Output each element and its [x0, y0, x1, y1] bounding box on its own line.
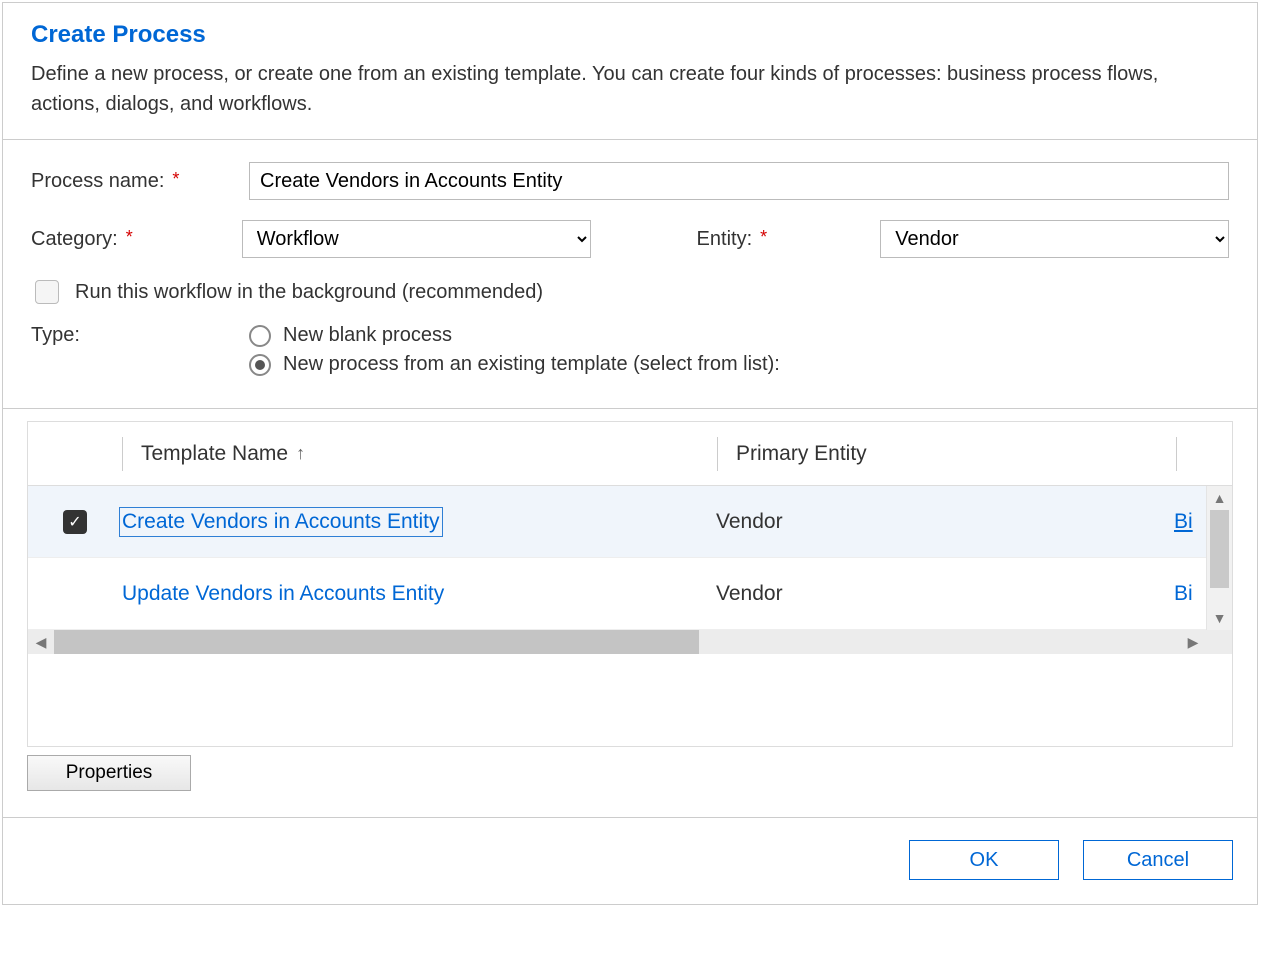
row-process-name: Process name: *: [31, 162, 1229, 200]
properties-row: Properties: [3, 747, 1257, 817]
entity-label: Entity: *: [697, 228, 881, 251]
table-row[interactable]: ✓ Create Vendors in Accounts Entity Vend…: [28, 486, 1232, 558]
template-name-header-text: Template Name: [141, 442, 288, 466]
row-checkbox-cell[interactable]: ✓: [28, 510, 122, 534]
process-name-label-text: Process name:: [31, 170, 164, 193]
scroll-right-icon[interactable]: ▶: [1180, 634, 1206, 651]
row-background: Run this workflow in the background (rec…: [31, 280, 1229, 304]
type-option-blank-label: New blank process: [283, 324, 452, 347]
ok-button[interactable]: OK: [909, 840, 1059, 880]
background-checkbox[interactable]: [35, 280, 59, 304]
action-bar: OK Cancel: [3, 817, 1257, 904]
scroll-up-icon[interactable]: ▲: [1207, 486, 1232, 510]
dialog-description: Define a new process, or create one from…: [31, 59, 1229, 119]
grid-header: Template Name ↑ Primary Entity: [28, 422, 1232, 486]
type-option-template[interactable]: New process from an existing template (s…: [249, 353, 780, 376]
form-divider: [3, 408, 1257, 409]
template-name-link[interactable]: Update Vendors in Accounts Entity: [122, 582, 444, 606]
form-area: Process name: * Category: * Workflow Ent…: [3, 140, 1257, 408]
dialog-title: Create Process: [31, 21, 1229, 49]
radio-template[interactable]: [249, 354, 271, 376]
required-icon: *: [172, 169, 179, 190]
dialog-header: Create Process Define a new process, or …: [3, 3, 1257, 139]
primary-entity-header-text: Primary Entity: [736, 442, 867, 466]
template-grid: Template Name ↑ Primary Entity ✓ Create …: [27, 421, 1233, 747]
vertical-scroll-thumb[interactable]: [1210, 510, 1229, 588]
type-label: Type:: [31, 324, 249, 347]
entity-select[interactable]: Vendor: [880, 220, 1229, 258]
properties-button[interactable]: Properties: [27, 755, 191, 791]
process-name-input[interactable]: [249, 162, 1229, 200]
category-select[interactable]: Workflow: [242, 220, 591, 258]
category-label-text: Category:: [31, 228, 118, 251]
template-name-link[interactable]: Create Vendors in Accounts Entity: [122, 510, 440, 534]
background-label: Run this workflow in the background (rec…: [75, 281, 543, 304]
radio-blank[interactable]: [249, 325, 271, 347]
category-label: Category: *: [31, 228, 242, 251]
scroll-down-icon[interactable]: ▼: [1207, 606, 1232, 630]
type-options: New blank process New process from an ex…: [249, 324, 780, 382]
owner-link[interactable]: Bi: [1174, 582, 1193, 606]
horizontal-scroll-thumb[interactable]: [54, 630, 699, 654]
grid-empty-space: [28, 654, 1232, 746]
required-icon: *: [126, 227, 133, 248]
col-divider: [122, 437, 123, 471]
col-primary-header[interactable]: Primary Entity: [736, 442, 1176, 466]
col-template-header[interactable]: Template Name ↑: [141, 442, 717, 466]
row-checkbox-checked[interactable]: ✓: [63, 510, 87, 534]
horizontal-scrollbar[interactable]: ◀ ▶: [28, 630, 1232, 654]
vertical-scrollbar[interactable]: ▲ ▼: [1206, 486, 1232, 630]
process-name-label: Process name: *: [31, 170, 249, 193]
check-icon: ✓: [68, 512, 81, 532]
scroll-left-icon[interactable]: ◀: [28, 634, 54, 651]
type-option-blank[interactable]: New blank process: [249, 324, 780, 347]
required-icon: *: [760, 227, 767, 248]
table-row[interactable]: Update Vendors in Accounts Entity Vendor…: [28, 558, 1232, 630]
type-option-template-label: New process from an existing template (s…: [283, 353, 780, 376]
col-divider: [1176, 437, 1177, 471]
horizontal-scroll-track[interactable]: [54, 630, 1206, 654]
primary-entity-cell: Vendor: [716, 582, 1174, 606]
col-divider: [717, 437, 718, 471]
owner-link[interactable]: Bi: [1174, 510, 1193, 534]
primary-entity-cell: Vendor: [716, 510, 1174, 534]
grid-body: ✓ Create Vendors in Accounts Entity Vend…: [28, 486, 1232, 630]
row-category-entity: Category: * Workflow Entity: * Vendor: [31, 220, 1229, 258]
create-process-dialog: Create Process Define a new process, or …: [2, 2, 1258, 905]
entity-label-text: Entity:: [697, 228, 753, 251]
cancel-button[interactable]: Cancel: [1083, 840, 1233, 880]
sort-asc-icon: ↑: [296, 443, 305, 464]
row-type: Type: New blank process New process from…: [31, 324, 1229, 382]
